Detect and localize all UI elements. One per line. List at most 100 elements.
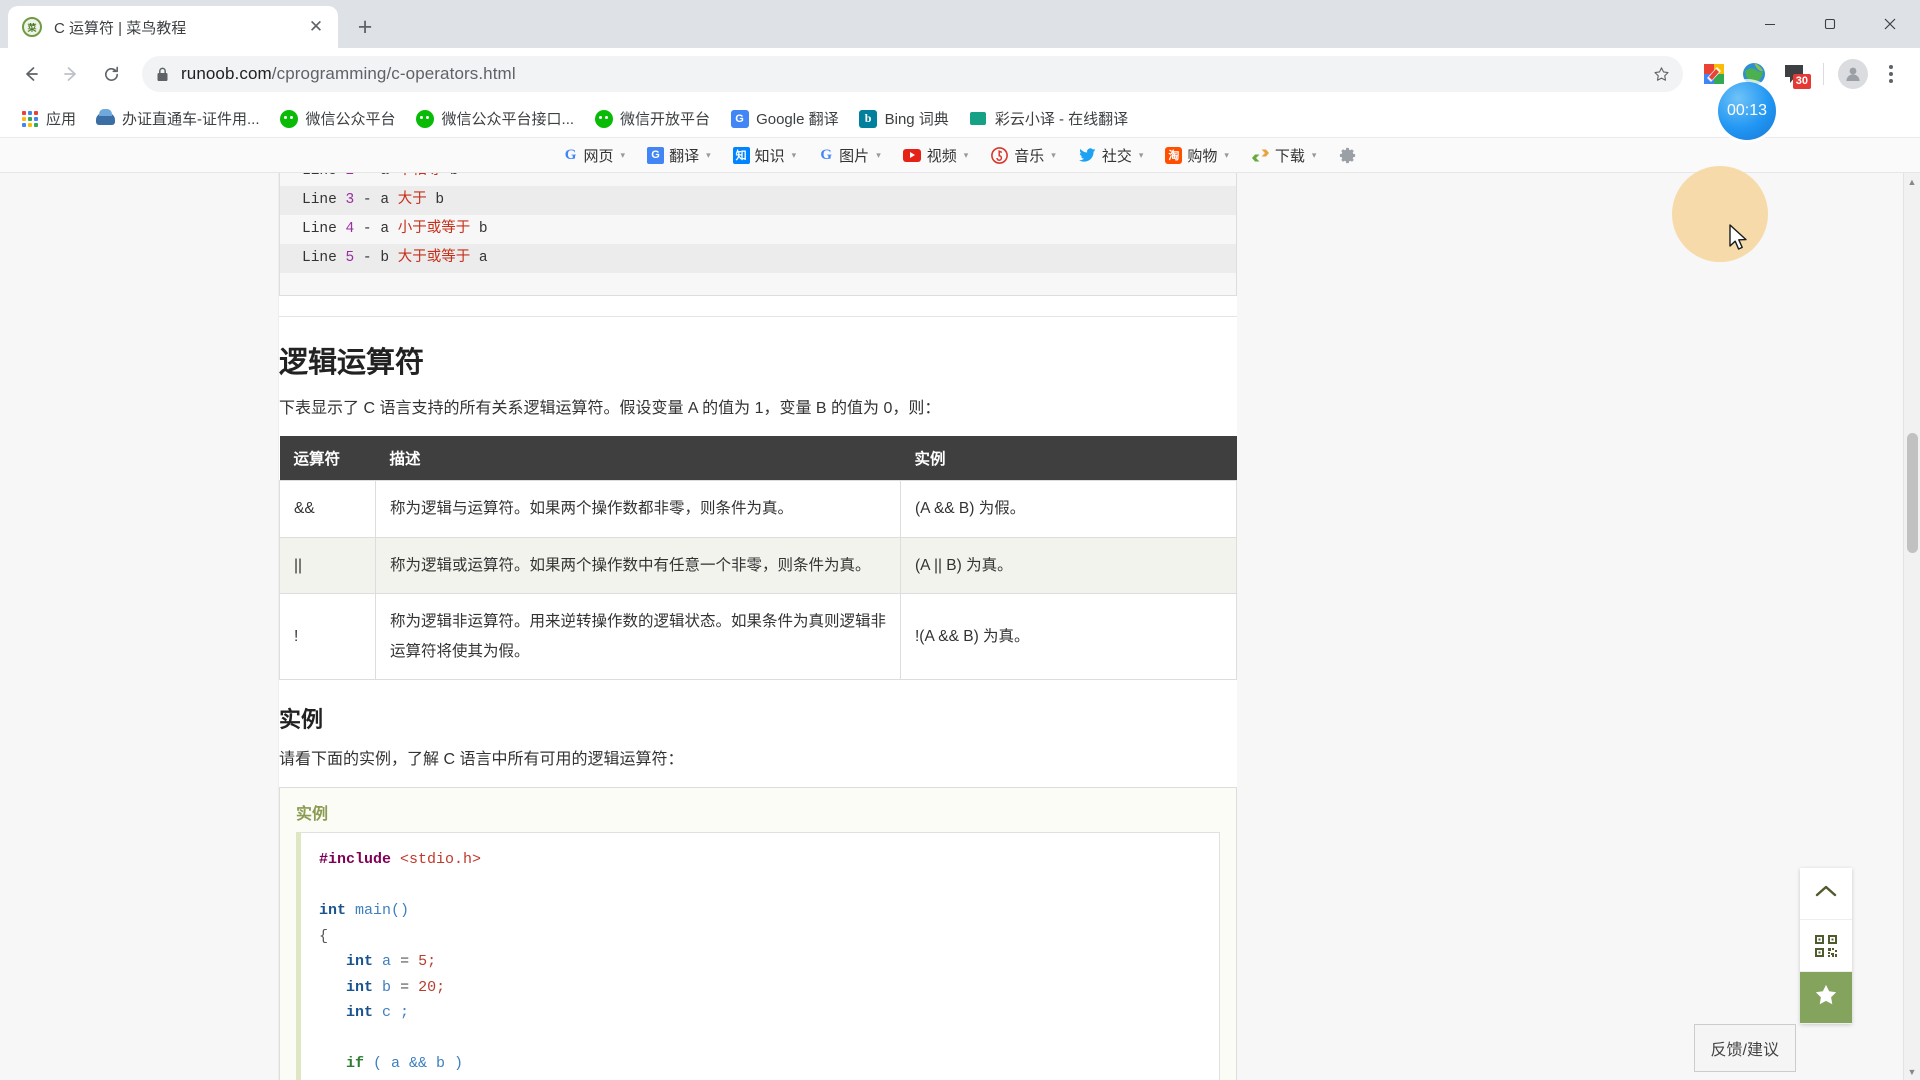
bookmark-bing-dict[interactable]: b Bing 词典	[851, 103, 957, 134]
favorite-button[interactable]	[1800, 972, 1852, 1024]
maximize-button[interactable]	[1800, 0, 1860, 48]
cell-operator: &&	[279, 480, 376, 538]
browser-window: 菜 C 运算符 | 菜鸟教程 ✕ + runoob.com/cprogrammi…	[0, 0, 1920, 1080]
ext-item-label: 购物	[1187, 147, 1218, 165]
star-icon	[1813, 982, 1839, 1013]
google-translate-icon: G	[730, 109, 749, 128]
ext-item-download[interactable]: 下载 ▾	[1240, 145, 1328, 166]
code-decl-a-eq: =	[400, 953, 410, 971]
operators-table: 运算符 描述 实例 && 称为逻辑与运算符。如果两个操作数都非零，则条件为真。 …	[279, 436, 1237, 680]
scroll-to-top-button[interactable]	[1800, 868, 1852, 920]
page-scrollbar[interactable]: ▲ ▼	[1903, 173, 1920, 1080]
new-tab-button[interactable]: +	[348, 10, 382, 44]
ext-item-social[interactable]: 社交 ▾	[1067, 145, 1155, 166]
output-line: Line 2 - a 不相等 b	[280, 173, 1236, 186]
code-decl-b-eq: =	[400, 978, 410, 996]
scroll-up-arrow[interactable]: ▲	[1904, 173, 1920, 190]
url-text: runoob.com/cprogramming/c-operators.html	[181, 64, 516, 84]
reload-icon[interactable]	[94, 57, 128, 91]
ext-settings-button[interactable]	[1327, 146, 1368, 165]
bookmark-label: 彩云小译 - 在线翻译	[994, 111, 1129, 128]
kebab-menu-icon[interactable]	[1876, 57, 1906, 91]
example-heading: 实例	[279, 706, 324, 732]
cell-example: !(A && B) 为真。	[900, 593, 1237, 680]
bookmark-label: Google 翻译	[756, 111, 839, 128]
code-if-expression: ( a && b )	[373, 1055, 464, 1073]
profile-avatar[interactable]	[1836, 57, 1870, 91]
scrollbar-thumb[interactable]	[1907, 433, 1918, 553]
bookmark-banzheng[interactable]: 办证直通车-证件用...	[88, 103, 268, 134]
example-box: 实例 #include <stdio.h> int main() { int a…	[279, 787, 1237, 1080]
minimize-button[interactable]	[1740, 0, 1800, 48]
toolbar-divider	[1823, 63, 1824, 85]
bookmark-wechat-mp[interactable]: 微信公众平台	[272, 103, 404, 134]
bing-icon: b	[859, 109, 878, 128]
extension-google-photos-icon[interactable]	[1697, 57, 1731, 91]
qr-code-button[interactable]	[1800, 920, 1852, 972]
bookmark-wechat-open[interactable]: 微信开放平台	[586, 103, 718, 134]
google-g-icon: G	[564, 146, 577, 163]
page-viewport: G 网页 ▾ G 翻译 ▾ 知 知识 ▾ G 图片 ▾ 视频 ▾ 音乐 ▾ 社交…	[0, 138, 1920, 1080]
table-row: && 称为逻辑与运算符。如果两个操作数都非零，则条件为真。 (A && B) 为…	[279, 480, 1237, 538]
code-main-fn: main()	[355, 902, 410, 920]
section-intro-text: 下表显示了 C 语言支持的所有关系逻辑运算符。假设变量 A 的值为 1，变量 B…	[279, 400, 941, 417]
caiyun-icon	[969, 109, 988, 128]
ext-item-shopping[interactable]: 淘 购物 ▾	[1154, 145, 1240, 166]
cell-operator: ||	[279, 536, 376, 595]
wechat-icon	[280, 109, 299, 128]
scroll-down-arrow[interactable]: ▼	[1904, 1063, 1920, 1080]
bookmark-apps[interactable]: 应用	[12, 103, 84, 134]
mouse-pointer-icon	[1729, 224, 1751, 259]
forward-icon[interactable]	[54, 57, 88, 91]
table-row: || 称为逻辑或运算符。如果两个操作数中有任意一个非零，则条件为真。 (A ||…	[279, 536, 1237, 595]
bookmark-star-icon[interactable]	[1647, 60, 1675, 88]
code-decl-b-kw: int	[346, 978, 374, 996]
ext-item-label: 视频	[926, 147, 957, 165]
code-decl-a-kw: int	[346, 953, 374, 971]
ext-item-music[interactable]: 音乐 ▾	[979, 145, 1067, 166]
bookmark-label: Bing 词典	[884, 111, 949, 128]
program-output-box: Line 2 - a 不相等 b Line 3 - a 大于 b Line 4 …	[279, 173, 1237, 296]
ext-item-label: 音乐	[1014, 147, 1045, 165]
lock-icon	[156, 67, 169, 82]
ext-item-video[interactable]: 视频 ▾	[892, 145, 980, 166]
cell-description: 称为逻辑或运算符。如果两个操作数中有任意一个非零，则条件为真。	[375, 536, 901, 595]
section-divider	[279, 316, 1237, 317]
close-icon[interactable]: ✕	[304, 15, 328, 39]
window-controls	[1740, 0, 1920, 48]
bookmark-google-translate[interactable]: G Google 翻译	[722, 103, 847, 134]
qr-code-icon	[1814, 934, 1838, 958]
cell-example: (A || B) 为真。	[900, 536, 1237, 595]
column-header-operator: 运算符	[279, 436, 376, 481]
zhihu-icon: 知	[732, 146, 750, 164]
cell-operator: !	[279, 593, 376, 680]
session-timer-badge: 00:13	[1718, 82, 1776, 140]
chevron-down-icon: ▾	[1138, 149, 1144, 160]
chevron-down-icon: ▾	[876, 149, 881, 160]
chevron-down-icon: ▾	[620, 149, 626, 160]
article-main: Line 2 - a 不相等 b Line 3 - a 大于 b Line 4 …	[279, 173, 1237, 1080]
code-decl-b-val: 20;	[418, 978, 446, 996]
cell-description: 称为逻辑与运算符。如果两个操作数都非零，则条件为真。	[375, 480, 901, 538]
tab-title: C 运算符 | 菜鸟教程	[54, 19, 187, 37]
ext-item-images[interactable]: G 图片 ▾	[807, 145, 892, 166]
code-block[interactable]: #include <stdio.h> int main() { int a = …	[296, 832, 1220, 1080]
extension-notes-icon[interactable]: 30	[1777, 57, 1811, 91]
apps-grid-icon	[20, 109, 39, 128]
ext-item-webpage[interactable]: G 网页 ▾	[552, 145, 637, 166]
ext-item-label: 社交	[1101, 147, 1132, 165]
ext-item-knowledge[interactable]: 知 知识 ▾	[722, 145, 808, 166]
close-window-button[interactable]	[1860, 0, 1920, 48]
bookmark-caiyun[interactable]: 彩云小译 - 在线翻译	[961, 103, 1136, 134]
back-icon[interactable]	[14, 57, 48, 91]
address-bar[interactable]: runoob.com/cprogramming/c-operators.html	[142, 56, 1683, 92]
feedback-button[interactable]: 反馈/建议	[1693, 1024, 1796, 1072]
download-swap-icon	[1251, 146, 1270, 165]
browser-tab[interactable]: 菜 C 运算符 | 菜鸟教程 ✕	[8, 6, 338, 48]
bookmark-wechat-mp-api[interactable]: 微信公众平台接口...	[408, 103, 583, 134]
ext-item-translate[interactable]: G 翻译 ▾	[636, 145, 722, 166]
ext-item-label: 下载	[1274, 147, 1305, 165]
code-decl-b-var: b	[382, 978, 392, 996]
chevron-down-icon: ▾	[791, 149, 797, 160]
youtube-icon	[903, 146, 922, 165]
